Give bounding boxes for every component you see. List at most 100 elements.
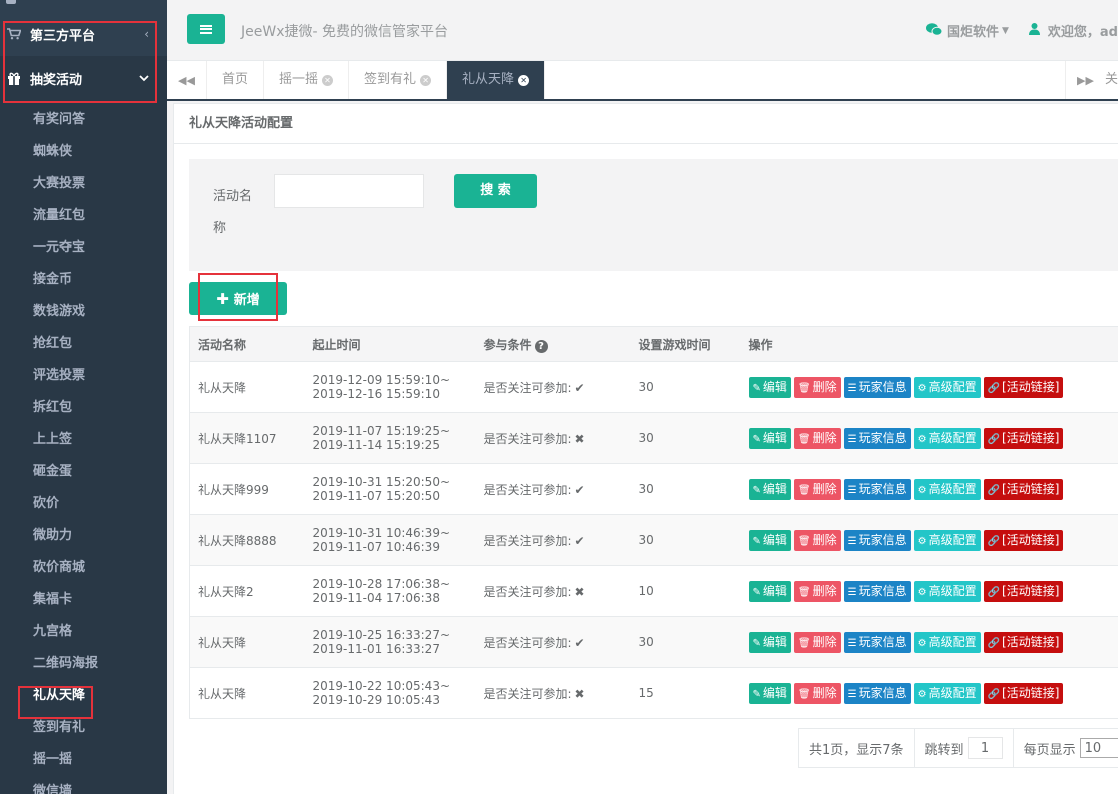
advanced-config-button[interactable]: ⚙ 高级配置	[913, 376, 981, 398]
delete-button[interactable]: 🗑 删除	[793, 631, 841, 653]
link-icon: 🔗	[987, 688, 1001, 700]
edit-button-label: 编辑	[762, 430, 787, 445]
delete-button[interactable]: 🗑 删除	[793, 580, 841, 602]
activity-link-button[interactable]: 🔗 [活动链接]	[983, 682, 1064, 704]
sidebar-subitem[interactable]: 微助力	[0, 520, 167, 552]
close-icon[interactable]: ✕	[322, 74, 334, 86]
advanced-config-button-label: 高级配置	[928, 430, 977, 445]
delete-button-label: 删除	[812, 685, 837, 700]
search-area: 活动名称 搜 索	[189, 159, 1118, 271]
sidebar-subitem[interactable]: 拆红包	[0, 392, 167, 424]
cell-name: 礼从天降	[189, 616, 305, 668]
vendor-menu[interactable]: 国炬软件 ▼	[925, 21, 1009, 40]
players-button[interactable]: ☰ 玩家信息	[843, 580, 911, 602]
advanced-config-button[interactable]: ⚙ 高级配置	[913, 631, 981, 653]
sidebar-subitem[interactable]: 流量红包	[0, 200, 167, 232]
edit-button[interactable]: ✎ 编辑	[748, 529, 791, 551]
top-header: JeeWx捷微- 免费的微信管家平台 国炬软件 ▼ 欢迎您，ad	[167, 0, 1118, 61]
header-right: 国炬软件 ▼ 欢迎您，ad	[925, 21, 1118, 40]
players-button-label: 玩家信息	[858, 481, 907, 496]
caret-down-icon: ▼	[1001, 25, 1009, 36]
tab-close-menu[interactable]: 关	[1105, 61, 1118, 99]
sidebar-subitem[interactable]: 摇一摇	[0, 744, 167, 776]
search-label: 活动名称	[213, 189, 253, 236]
players-button[interactable]: ☰ 玩家信息	[843, 682, 911, 704]
tab-item[interactable]: 签到有礼 ✕	[349, 61, 448, 99]
edit-button[interactable]: ✎ 编辑	[748, 580, 791, 602]
cell-condition: 是否关注可参加: ✔	[475, 616, 631, 668]
tab-item[interactable]: 礼从天降 ✕	[447, 61, 546, 99]
advanced-config-button[interactable]: ⚙ 高级配置	[913, 580, 981, 602]
menu-toggle-button[interactable]	[187, 14, 225, 44]
sidebar-subitem[interactable]: 大赛投票	[0, 168, 167, 200]
edit-button[interactable]: ✎ 编辑	[748, 682, 791, 704]
sidebar-subitem[interactable]: 接金币	[0, 264, 167, 296]
page-jump-input[interactable]: 1	[967, 737, 1003, 759]
players-button[interactable]: ☰ 玩家信息	[843, 427, 911, 449]
activity-link-button[interactable]: 🔗 [活动链接]	[983, 529, 1064, 551]
question-circle-icon[interactable]: ?	[534, 339, 548, 353]
edit-icon: ✎	[752, 535, 761, 547]
close-icon[interactable]: ✕	[420, 74, 432, 86]
search-button[interactable]: 搜 索	[454, 174, 537, 208]
sidebar-subitem[interactable]: 数钱游戏	[0, 296, 167, 328]
activity-link-button[interactable]: 🔗 [活动链接]	[983, 376, 1064, 398]
times-icon: ✖	[574, 584, 585, 599]
sidebar-subitem[interactable]: 砸金蛋	[0, 456, 167, 488]
times-icon: ✖	[574, 686, 585, 701]
tab-scroll-left-button[interactable]: ◀◀	[167, 61, 207, 99]
user-icon	[1028, 23, 1040, 38]
sidebar-subitem[interactable]: 蜘蛛侠	[0, 136, 167, 168]
edit-button[interactable]: ✎ 编辑	[748, 631, 791, 653]
tab-item[interactable]: 摇一摇 ✕	[264, 61, 350, 99]
delete-button[interactable]: 🗑 删除	[793, 529, 841, 551]
activity-link-button[interactable]: 🔗 [活动链接]	[983, 631, 1064, 653]
activity-link-button[interactable]: 🔗 [活动链接]	[983, 427, 1064, 449]
delete-button[interactable]: 🗑 删除	[793, 376, 841, 398]
sidebar-subitem[interactable]: 微信墙	[0, 776, 167, 794]
advanced-config-button[interactable]: ⚙ 高级配置	[913, 478, 981, 500]
activity-name-input[interactable]	[274, 174, 424, 208]
sidebar-subitem[interactable]: 抢红包	[0, 328, 167, 360]
user-menu[interactable]: 欢迎您，ad	[1028, 21, 1118, 40]
close-icon[interactable]: ✕	[518, 74, 530, 86]
activity-link-button[interactable]: 🔗 [活动链接]	[983, 478, 1064, 500]
sidebar-subitem[interactable]: 二维码海报	[0, 648, 167, 680]
page-size-select[interactable]: 10▼	[1079, 738, 1118, 758]
delete-button[interactable]: 🗑 删除	[793, 682, 841, 704]
sidebar-subitem[interactable]: 有奖问答	[0, 104, 167, 136]
sidebar-subitem[interactable]: 砍价商城	[0, 552, 167, 584]
edit-button[interactable]: ✎ 编辑	[748, 478, 791, 500]
edit-button-label: 编辑	[762, 379, 787, 394]
sidebar-subitem[interactable]: 九宫格	[0, 616, 167, 648]
players-button[interactable]: ☰ 玩家信息	[843, 631, 911, 653]
cell-actions: ✎ 编辑 🗑 删除 ☰ 玩家信息 ⚙ 高级配置 🔗 [活动链接]	[740, 412, 1118, 464]
delete-button[interactable]: 🗑 删除	[793, 427, 841, 449]
sidebar-subitem[interactable]: 评选投票	[0, 360, 167, 392]
delete-button[interactable]: 🗑 删除	[793, 478, 841, 500]
cell-actions: ✎ 编辑 🗑 删除 ☰ 玩家信息 ⚙ 高级配置 🔗 [活动链接]	[740, 463, 1118, 515]
sidebar-subitem[interactable]: 砍价	[0, 488, 167, 520]
activity-link-button[interactable]: 🔗 [活动链接]	[983, 580, 1064, 602]
start-time: 2019-10-31 15:20:50~	[312, 475, 451, 489]
sidebar-subitem[interactable]: 集福卡	[0, 584, 167, 616]
start-time: 2019-10-28 17:06:38~	[312, 577, 451, 591]
start-time: 2019-10-22 10:05:43~	[312, 679, 451, 693]
advanced-icon: ⚙	[917, 535, 927, 547]
delete-button-label: 删除	[812, 532, 837, 547]
advanced-config-button[interactable]: ⚙ 高级配置	[913, 682, 981, 704]
activity-link-button-label: [活动链接]	[1002, 532, 1060, 547]
advanced-config-button[interactable]: ⚙ 高级配置	[913, 529, 981, 551]
table-row: 礼从天降1107 2019-11-07 15:19:25~ 2019-11-14 1…	[189, 412, 1118, 464]
tab-scroll-right-button[interactable]: ▶▶	[1065, 61, 1105, 99]
players-button[interactable]: ☰ 玩家信息	[843, 376, 911, 398]
edit-button[interactable]: ✎ 编辑	[748, 376, 791, 398]
advanced-config-button[interactable]: ⚙ 高级配置	[913, 427, 981, 449]
edit-button[interactable]: ✎ 编辑	[748, 427, 791, 449]
players-button-label: 玩家信息	[858, 583, 907, 598]
players-button[interactable]: ☰ 玩家信息	[843, 529, 911, 551]
tab-item[interactable]: 首页	[207, 61, 265, 99]
players-button[interactable]: ☰ 玩家信息	[843, 478, 911, 500]
sidebar-subitem[interactable]: 一元夺宝	[0, 232, 167, 264]
sidebar-subitem[interactable]: 上上签	[0, 424, 167, 456]
